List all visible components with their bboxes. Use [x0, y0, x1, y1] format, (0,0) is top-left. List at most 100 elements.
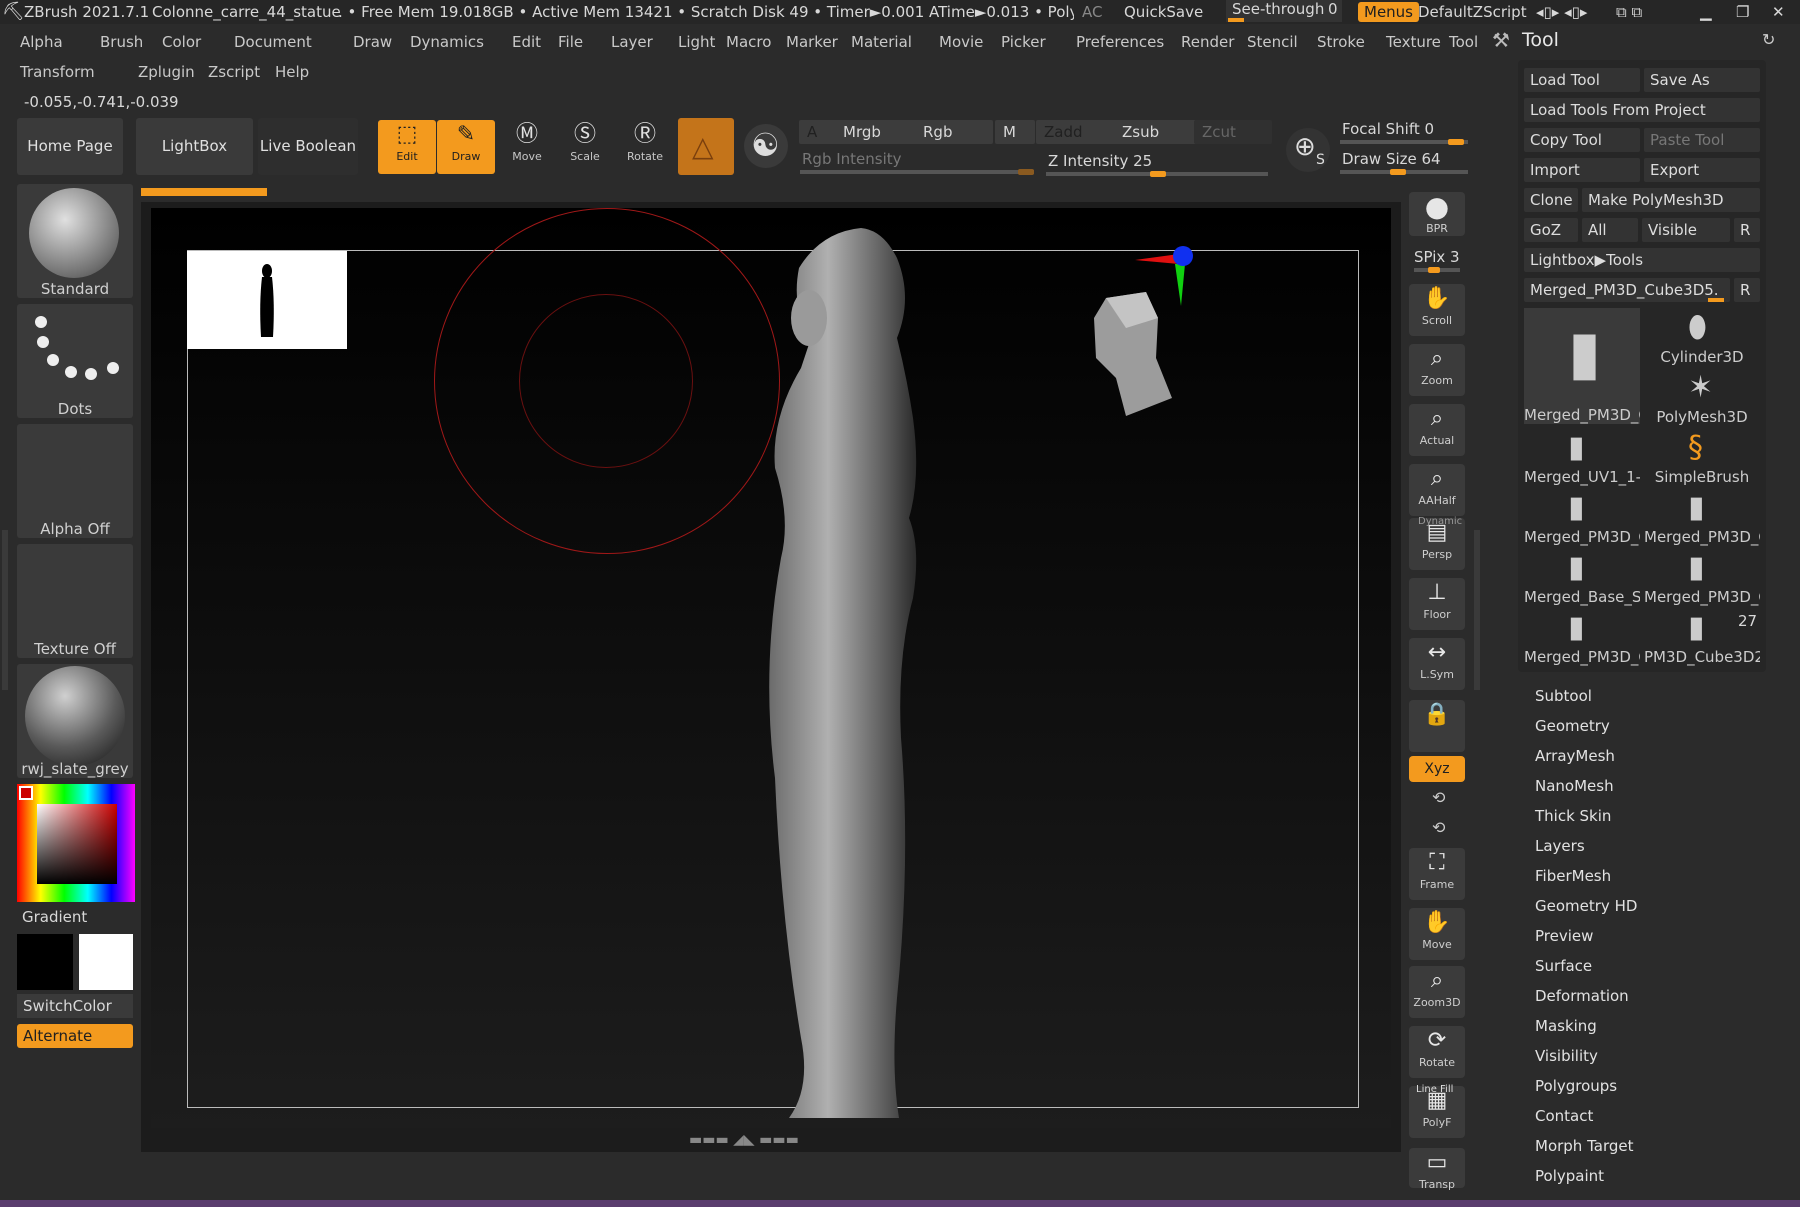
- m-button[interactable]: M: [995, 120, 1035, 144]
- focal-shift-knob[interactable]: [1448, 139, 1464, 145]
- menu-zscript[interactable]: Zscript: [208, 63, 260, 81]
- subpalette-masking[interactable]: Masking: [1535, 1017, 1597, 1035]
- goz-all-button[interactable]: All: [1582, 218, 1638, 242]
- rotate-button[interactable]: Ⓡ Rotate: [616, 120, 674, 174]
- rotate-nav-button[interactable]: ⟳ Rotate: [1409, 1026, 1465, 1078]
- tool-tile-merged-2[interactable]: ▮ Merged_PM3D_C: [1644, 488, 1760, 546]
- tool-tile-cylinder[interactable]: ⬮ Cylinder3D: [1644, 308, 1760, 366]
- menus-button[interactable]: Menus: [1358, 2, 1419, 22]
- layout-arrows-icon[interactable]: ◂▯▸ ◂▯▸: [1536, 3, 1587, 21]
- zoom3d-nav-button[interactable]: ⌕ Zoom3D: [1409, 966, 1465, 1018]
- load-tools-from-project-button[interactable]: Load Tools From Project: [1524, 98, 1760, 122]
- z-intensity-slider[interactable]: [1046, 171, 1268, 177]
- subpalette-polypaint[interactable]: Polypaint: [1535, 1167, 1604, 1185]
- a-button[interactable]: A: [799, 120, 839, 144]
- canvas-area[interactable]: ▬▬▬ ◢◣ ▬▬▬: [141, 202, 1401, 1152]
- tool-tile-merged-1[interactable]: ▮ Merged_PM3D_C: [1524, 488, 1640, 546]
- menu-document[interactable]: Document: [234, 33, 312, 51]
- right-tray-handle[interactable]: [1474, 530, 1480, 690]
- quicksave-button[interactable]: QuickSave: [1124, 3, 1203, 21]
- lightbox-tools-button[interactable]: Lightbox▶Tools: [1524, 248, 1760, 272]
- switch-color-button[interactable]: SwitchColor: [17, 994, 133, 1018]
- spix-knob[interactable]: [1428, 267, 1440, 273]
- draw-size-slider[interactable]: [1340, 169, 1468, 175]
- lazy-mouse-button[interactable]: ⊕ S: [1286, 128, 1330, 172]
- subpalette-arraymesh[interactable]: ArrayMesh: [1535, 747, 1615, 765]
- goz-button[interactable]: GoZ: [1524, 218, 1578, 242]
- menu-stroke[interactable]: Stroke: [1317, 33, 1365, 51]
- primary-color-swatch[interactable]: [17, 934, 73, 990]
- rgb-intensity-slider[interactable]: [800, 169, 1034, 175]
- axis-gizmo-icon[interactable]: [1131, 238, 1201, 308]
- lightbox-button[interactable]: LightBox: [136, 118, 253, 175]
- rgb-intensity-knob[interactable]: [1018, 169, 1034, 175]
- move-nav-button[interactable]: ✋ Move: [1409, 908, 1465, 960]
- close-icon[interactable]: ✕: [1772, 3, 1785, 21]
- rgb-button[interactable]: Rgb: [915, 120, 993, 144]
- tool-tile-merged-base[interactable]: ▮ Merged_Base_St: [1524, 548, 1640, 606]
- transp-nav-button[interactable]: ▭ Transp: [1409, 1148, 1465, 1191]
- dynamic-label[interactable]: Dynamic: [1418, 516, 1462, 527]
- subpalette-preview[interactable]: Preview: [1535, 927, 1593, 945]
- paste-tool-button[interactable]: Paste Tool: [1644, 128, 1760, 152]
- menu-picker[interactable]: Picker: [1001, 33, 1046, 51]
- subpalette-surface[interactable]: Surface: [1535, 957, 1592, 975]
- zadd-button[interactable]: Zadd: [1036, 120, 1120, 144]
- draw-size-knob[interactable]: [1390, 169, 1406, 175]
- stroke-selector[interactable]: Dots: [17, 304, 133, 418]
- material-selector[interactable]: rwj_slate_grey: [17, 664, 133, 778]
- subpalette-polygroups[interactable]: Polygroups: [1535, 1077, 1617, 1095]
- move-button[interactable]: Ⓜ Move: [498, 120, 556, 174]
- menu-preferences[interactable]: Preferences: [1076, 33, 1164, 51]
- window-layout-icon[interactable]: ⧉ ⧉: [1616, 3, 1642, 21]
- menu-stencil[interactable]: Stencil: [1247, 33, 1298, 51]
- default-zscript-button[interactable]: DefaultZScript: [1418, 3, 1527, 21]
- navigator-thumbnail[interactable]: [187, 251, 347, 349]
- alpha-selector[interactable]: Alpha Off: [17, 424, 133, 538]
- menu-material[interactable]: Material: [851, 33, 912, 51]
- brush-selector[interactable]: Standard: [17, 184, 133, 298]
- goz-visible-button[interactable]: Visible: [1642, 218, 1730, 242]
- tool-tile-merged-statue[interactable]: ▮ Merged_PM3D_C: [1524, 308, 1640, 424]
- edit-button[interactable]: ⬚ Edit: [378, 120, 436, 174]
- menu-macro[interactable]: Macro: [726, 33, 771, 51]
- home-page-button[interactable]: Home Page: [17, 118, 123, 175]
- subpalette-layers[interactable]: Layers: [1535, 837, 1585, 855]
- save-as-button[interactable]: Save As: [1644, 68, 1760, 92]
- menu-layer[interactable]: Layer: [611, 33, 653, 51]
- reset-icon[interactable]: ↻: [1762, 30, 1775, 49]
- see-through-slider[interactable]: See-through 0: [1226, 0, 1342, 22]
- line-fill-label[interactable]: Line Fill: [1416, 1084, 1453, 1095]
- live-boolean-button[interactable]: Live Boolean: [258, 118, 358, 175]
- menu-marker[interactable]: Marker: [786, 33, 838, 51]
- menu-edit[interactable]: Edit: [512, 33, 541, 51]
- floor-nav-button[interactable]: ⊥ Floor: [1409, 578, 1465, 630]
- menu-tool[interactable]: Tool: [1449, 33, 1478, 51]
- aahalf-nav-button[interactable]: ⌕ AAHalf: [1409, 464, 1465, 516]
- export-button[interactable]: Export: [1644, 158, 1760, 182]
- scroll-nav-button[interactable]: ✋ Scroll: [1409, 284, 1465, 336]
- texture-selector[interactable]: Texture Off: [17, 544, 133, 658]
- color-square[interactable]: [37, 804, 117, 884]
- menu-dynamics[interactable]: Dynamics: [410, 33, 484, 51]
- actual-nav-button[interactable]: ⌕ Actual: [1409, 404, 1465, 456]
- alternate-button[interactable]: Alternate: [17, 1024, 133, 1048]
- subpalette-subtool[interactable]: Subtool: [1535, 687, 1592, 705]
- mrgb-button[interactable]: Mrgb: [835, 120, 923, 144]
- z-intensity-knob[interactable]: [1150, 171, 1166, 177]
- zcut-button[interactable]: Zcut: [1194, 120, 1272, 144]
- menu-light[interactable]: Light: [678, 33, 715, 51]
- document-canvas[interactable]: [151, 208, 1391, 1128]
- menu-texture[interactable]: Texture: [1386, 33, 1441, 51]
- tool-tile-merged-uv[interactable]: ▮ Merged_UV1_1-c: [1524, 428, 1640, 486]
- menu-movie[interactable]: Movie: [939, 33, 983, 51]
- xyz-symmetry-button[interactable]: Xyz: [1409, 756, 1465, 782]
- frame-nav-button[interactable]: ⛶ Frame: [1409, 848, 1465, 900]
- subpalette-morph-target[interactable]: Morph Target: [1535, 1137, 1634, 1155]
- menu-transform[interactable]: Transform: [20, 63, 95, 81]
- subpalette-geometry-hd[interactable]: Geometry HD: [1535, 897, 1637, 915]
- subpalette-visibility[interactable]: Visibility: [1535, 1047, 1598, 1065]
- tool-tile-merged-4[interactable]: ▮ Merged_PM3D_C: [1524, 608, 1640, 666]
- lsym-nav-button[interactable]: ↔ L.Sym: [1409, 638, 1465, 690]
- copy-tool-button[interactable]: Copy Tool: [1524, 128, 1640, 152]
